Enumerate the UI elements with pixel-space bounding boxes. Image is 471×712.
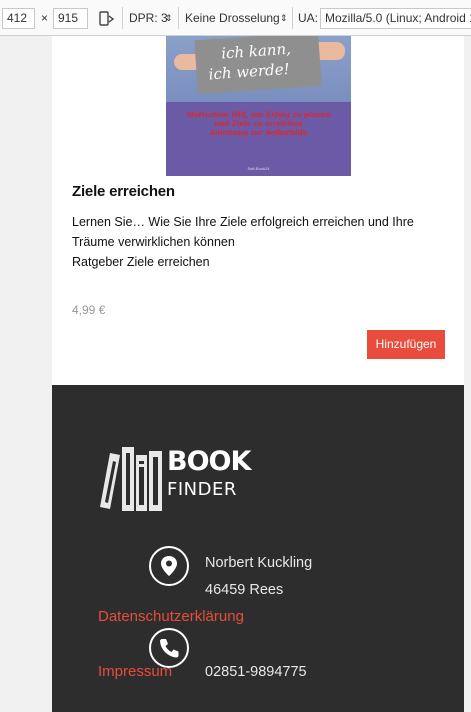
throttle-select[interactable]: Keine Drosselung [185,8,280,29]
logo-text-finder: FINDER [167,479,237,500]
phone-number[interactable]: 02851-9894775 [205,662,307,682]
devtools-toolbar: 412 × 915 DPR: 3 ⇕ Keine Drosselung ⇕ UA… [0,0,471,36]
dimension-separator: × [41,11,49,25]
imprint-link[interactable]: Impressum [98,662,172,682]
throttle-chevron-icon: ⇕ [280,13,288,23]
dpr-chevron-icon: ⇕ [165,13,173,23]
ua-label: UA: [298,11,319,25]
address-city: 46459 Rees [205,582,284,598]
cover-sign-line1: ich kann, [220,39,292,63]
mobile-viewport: ich kann, ich werde! Motivation Hilf, um… [52,36,464,712]
cover-sign: ich kann, ich werde! [194,36,322,95]
privacy-policy-link[interactable]: Datenschutzerklärung [98,607,244,627]
books-logo-icon [100,447,162,511]
site-footer: BOOK FINDER Norbert Kuckling 46459 Rees … [52,385,464,712]
product-title[interactable]: Ziele erreichen [72,183,175,200]
address-name: Norbert Kuckling [205,555,313,571]
viewport-width-input[interactable]: 412 [2,8,35,29]
rotate-device-icon[interactable] [97,10,115,28]
book-cover-image[interactable]: ich kann, ich werde! Motivation Hilf, um… [166,36,351,176]
user-agent-input[interactable]: Mozilla/5.0 (Linux; Android 1 [320,8,471,29]
cover-publisher: Soft-Book24 [247,166,270,171]
logo-text-book: BOOK [167,446,251,477]
bookfinder-logo[interactable]: BOOK FINDER [100,445,251,511]
product-price: 4,99 € [72,303,106,317]
cover-subtitle: Motivation Hilf, um Erfolg zu planen und… [186,110,331,137]
map-pin-icon [149,546,189,586]
dpr-select[interactable]: DPR: 3 [129,8,168,29]
add-to-cart-button[interactable]: Hinzufügen [367,330,445,359]
viewport-height-input[interactable]: 915 [53,8,88,29]
product-description: Lernen Sie… Wie Sie Ihre Ziele erfolgrei… [72,215,414,269]
cover-sign-line2: ich werde! [208,59,291,84]
